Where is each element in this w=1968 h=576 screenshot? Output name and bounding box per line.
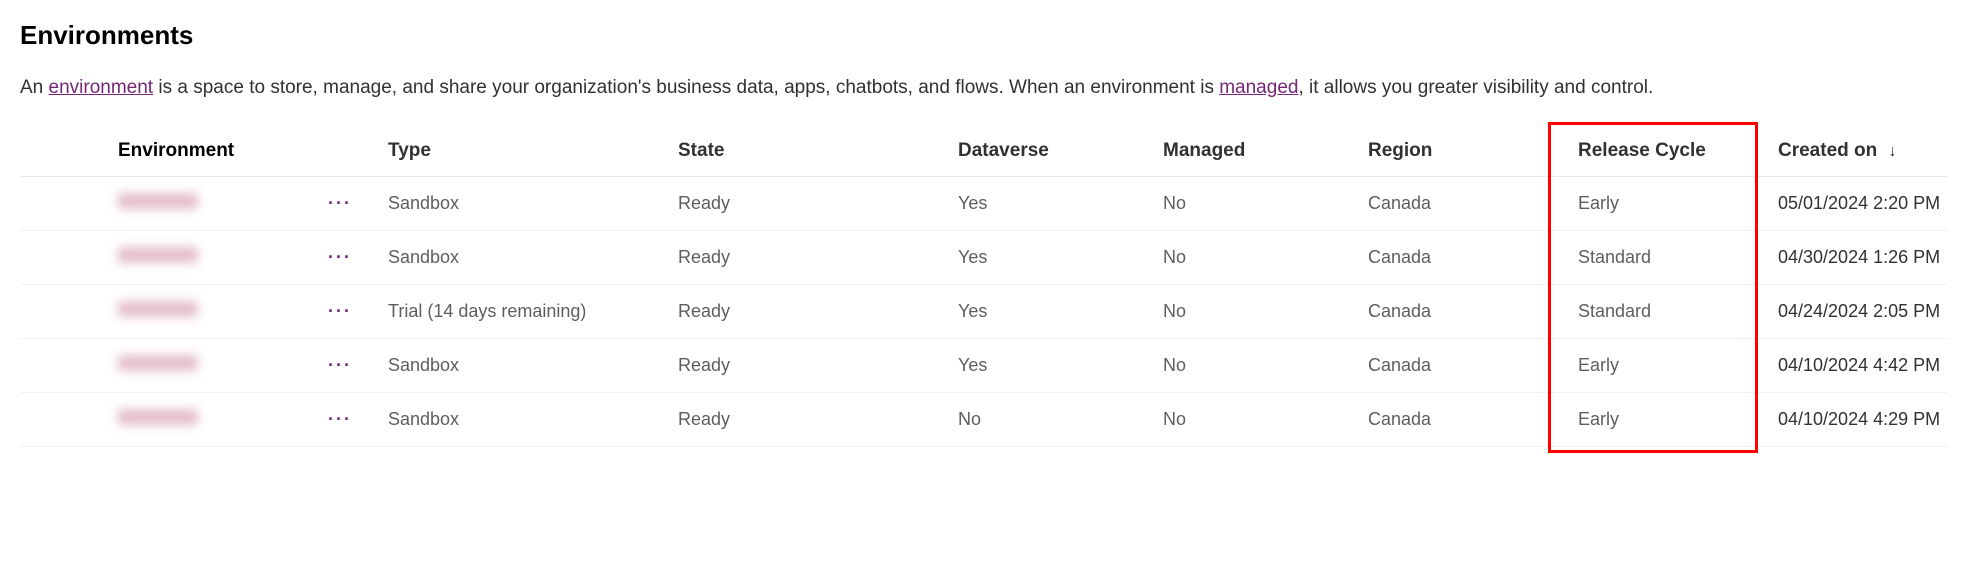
col-header-created-on[interactable]: Created on ↓ <box>1778 140 1968 162</box>
env-name-cell[interactable] <box>38 247 328 268</box>
cell-region: Canada <box>1368 355 1578 376</box>
table-row[interactable]: ··· Sandbox Ready Yes No Canada Early 05… <box>20 177 1948 231</box>
managed-link[interactable]: managed <box>1219 77 1298 98</box>
env-name-cell[interactable] <box>38 301 328 322</box>
col-header-environment[interactable]: Environment <box>38 140 328 162</box>
cell-created-on: 04/30/2024 1:26 PM <box>1778 247 1968 268</box>
cell-state: Ready <box>678 301 958 322</box>
cell-release-cycle: Standard <box>1578 247 1778 268</box>
created-on-label: Created on <box>1778 140 1877 161</box>
col-header-release-cycle[interactable]: Release Cycle <box>1578 140 1778 162</box>
cell-type: Sandbox <box>388 247 678 268</box>
cell-release-cycle: Standard <box>1578 301 1778 322</box>
redacted-env-name <box>118 247 198 263</box>
cell-release-cycle: Early <box>1578 193 1778 214</box>
cell-state: Ready <box>678 409 958 430</box>
cell-dataverse: Yes <box>958 193 1163 214</box>
desc-suffix: , it allows you greater visibility and c… <box>1298 77 1653 98</box>
row-actions-menu[interactable]: ··· <box>328 355 388 376</box>
page-title: Environments <box>20 20 1948 51</box>
cell-type: Sandbox <box>388 355 678 376</box>
cell-managed: No <box>1163 247 1368 268</box>
redacted-env-name <box>118 301 198 317</box>
redacted-env-name <box>118 355 198 371</box>
cell-dataverse: Yes <box>958 247 1163 268</box>
col-header-dataverse[interactable]: Dataverse <box>958 140 1163 162</box>
cell-created-on: 04/24/2024 2:05 PM <box>1778 301 1968 322</box>
row-actions-menu[interactable]: ··· <box>328 247 388 268</box>
col-header-managed[interactable]: Managed <box>1163 140 1368 162</box>
table-row[interactable]: ··· Sandbox Ready No No Canada Early 04/… <box>20 393 1948 447</box>
env-name-cell[interactable] <box>38 409 328 430</box>
cell-created-on: 05/01/2024 2:20 PM <box>1778 193 1968 214</box>
page-description: An environment is a space to store, mana… <box>20 75 1948 102</box>
cell-created-on: 04/10/2024 4:42 PM <box>1778 355 1968 376</box>
cell-dataverse: Yes <box>958 355 1163 376</box>
redacted-env-name <box>118 193 198 209</box>
cell-region: Canada <box>1368 301 1578 322</box>
cell-managed: No <box>1163 409 1368 430</box>
cell-region: Canada <box>1368 409 1578 430</box>
cell-state: Ready <box>678 247 958 268</box>
cell-release-cycle: Early <box>1578 355 1778 376</box>
table-row[interactable]: ··· Sandbox Ready Yes No Canada Early 04… <box>20 339 1948 393</box>
environment-link[interactable]: environment <box>49 77 154 98</box>
cell-region: Canada <box>1368 247 1578 268</box>
row-actions-menu[interactable]: ··· <box>328 409 388 430</box>
cell-type: Sandbox <box>388 409 678 430</box>
cell-dataverse: No <box>958 409 1163 430</box>
col-header-state[interactable]: State <box>678 140 958 162</box>
cell-managed: No <box>1163 355 1368 376</box>
cell-region: Canada <box>1368 193 1578 214</box>
cell-type: Sandbox <box>388 193 678 214</box>
env-name-cell[interactable] <box>38 193 328 214</box>
cell-managed: No <box>1163 301 1368 322</box>
cell-state: Ready <box>678 193 958 214</box>
cell-type: Trial (14 days remaining) <box>388 301 678 322</box>
env-name-cell[interactable] <box>38 355 328 376</box>
table-header-row: Environment Type State Dataverse Managed… <box>20 126 1948 177</box>
table-row[interactable]: ··· Trial (14 days remaining) Ready Yes … <box>20 285 1948 339</box>
col-header-type[interactable]: Type <box>388 140 678 162</box>
cell-created-on: 04/10/2024 4:29 PM <box>1778 409 1968 430</box>
desc-prefix: An <box>20 77 49 98</box>
cell-dataverse: Yes <box>958 301 1163 322</box>
row-actions-menu[interactable]: ··· <box>328 301 388 322</box>
cell-state: Ready <box>678 355 958 376</box>
table-row[interactable]: ··· Sandbox Ready Yes No Canada Standard… <box>20 231 1948 285</box>
row-actions-menu[interactable]: ··· <box>328 193 388 214</box>
col-header-region[interactable]: Region <box>1368 140 1578 162</box>
sort-descending-icon: ↓ <box>1889 143 1897 161</box>
cell-release-cycle: Early <box>1578 409 1778 430</box>
cell-managed: No <box>1163 193 1368 214</box>
redacted-env-name <box>118 409 198 425</box>
desc-mid: is a space to store, manage, and share y… <box>153 77 1219 98</box>
environments-table: Environment Type State Dataverse Managed… <box>20 126 1948 447</box>
